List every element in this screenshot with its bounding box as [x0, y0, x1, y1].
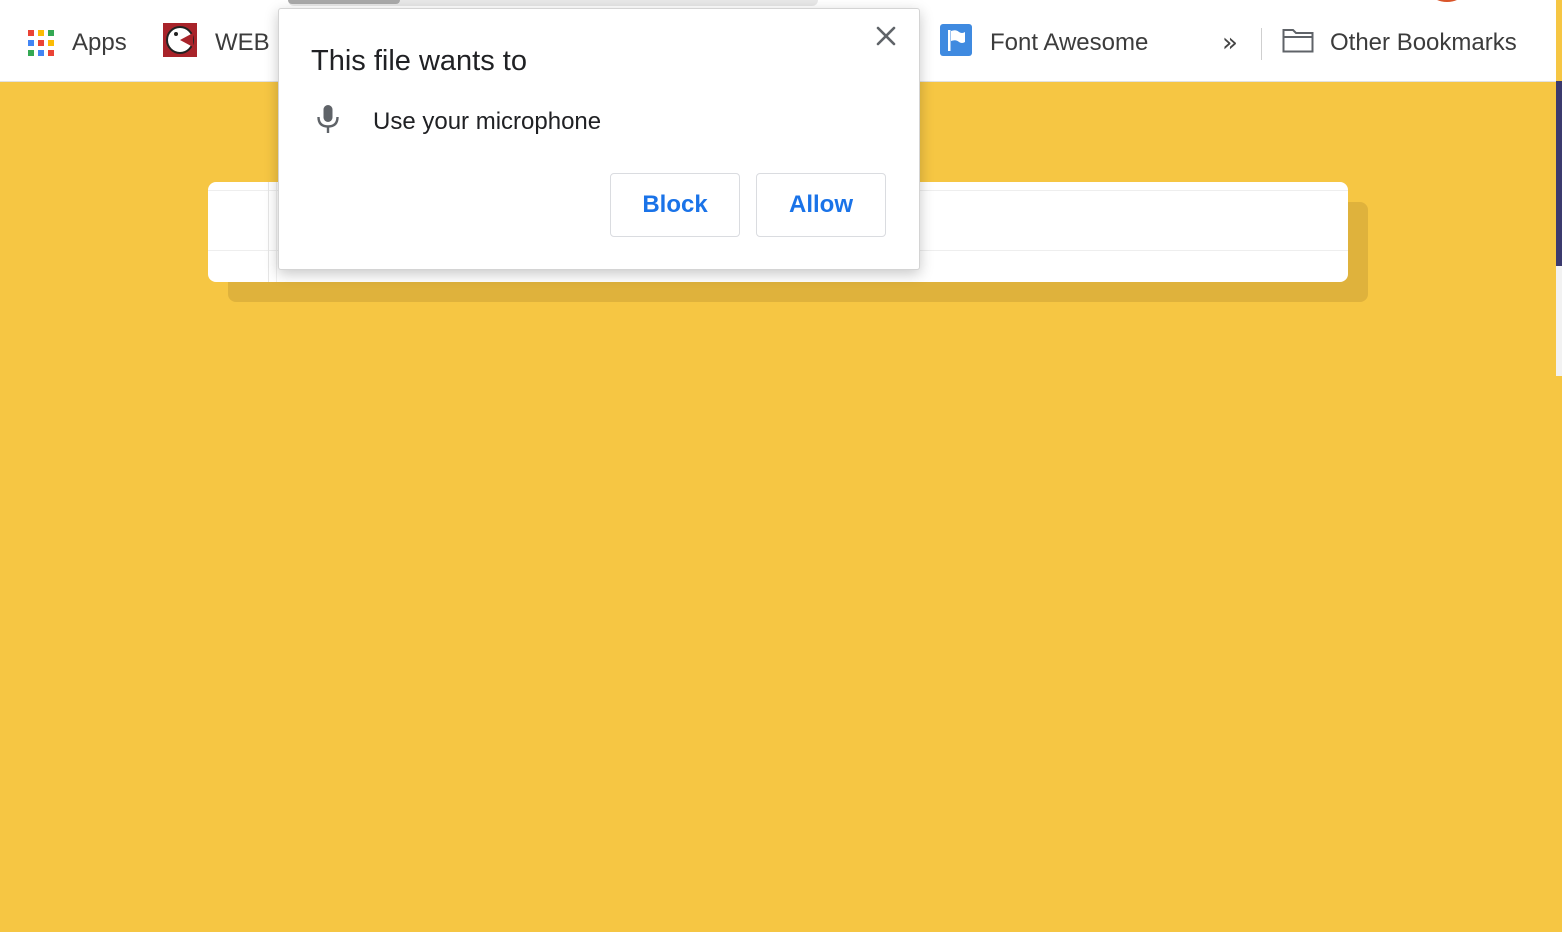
popup-title: This file wants to: [311, 45, 527, 77]
bookmark-apps[interactable]: Apps: [28, 22, 127, 64]
microphone-icon: [315, 103, 341, 140]
bookmark-label: Font Awesome: [990, 29, 1149, 56]
profile-avatar[interactable]: [1432, 0, 1462, 2]
flag-favicon-icon: [940, 23, 972, 63]
bookmark-label: Other Bookmarks: [1330, 29, 1517, 56]
permission-popup: This file wants to Use your microphone B…: [278, 8, 920, 270]
site-favicon-icon: [163, 22, 197, 64]
browser-viewport: Apps WEB F Font Awesome » Other Bookmark…: [0, 0, 1562, 932]
close-icon: [876, 26, 896, 51]
tab-strip-remnant: [288, 0, 818, 6]
allow-button[interactable]: Allow: [756, 173, 886, 237]
bookmarks-overflow-chevron[interactable]: »: [1222, 28, 1238, 58]
permission-label: Use your microphone: [373, 107, 602, 135]
bookmark-label: Apps: [72, 29, 127, 56]
bookmark-web[interactable]: WEB F: [163, 22, 291, 64]
bookmark-other-bookmarks[interactable]: Other Bookmarks: [1282, 22, 1517, 64]
close-button[interactable]: [871, 23, 901, 53]
block-button[interactable]: Block: [610, 173, 740, 237]
bookmarks-divider: [1261, 28, 1262, 60]
apps-grid-icon: [28, 30, 54, 56]
permission-row: Use your microphone: [315, 103, 601, 140]
bookmark-font-awesome[interactable]: Font Awesome: [940, 22, 1148, 64]
window-edge: [1556, 81, 1562, 932]
folder-icon: [1282, 27, 1314, 60]
